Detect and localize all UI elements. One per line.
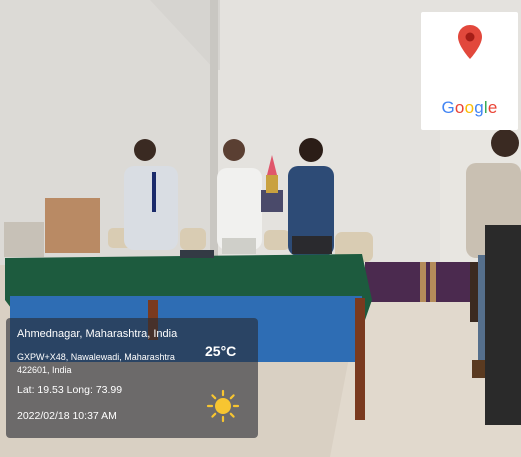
temperature-text: 25°C <box>205 343 237 359</box>
address-line-1: GXPW+X48, Nawalewadi, Maharashtra <box>17 352 175 362</box>
wall-corner <box>210 0 218 270</box>
sun-icon <box>206 389 240 423</box>
address-line-2: 422601, India <box>17 365 72 375</box>
coordinates-text: Lat: 19.53 Long: 73.99 <box>17 384 123 396</box>
google-maps-badge: Google <box>421 12 518 130</box>
location-title: Ahmednagar, Maharashtra, India <box>17 328 178 340</box>
wooden-cabinet <box>45 198 100 253</box>
podium <box>485 225 521 425</box>
map-pin-icon <box>458 25 482 59</box>
side-table <box>4 222 44 257</box>
google-logo: Google <box>441 98 498 117</box>
datetime-text: 2022/02/18 10:37 AM <box>17 410 117 422</box>
geotag-overlay: Ahmednagar, Maharashtra, India GXPW+X48,… <box>6 318 258 438</box>
